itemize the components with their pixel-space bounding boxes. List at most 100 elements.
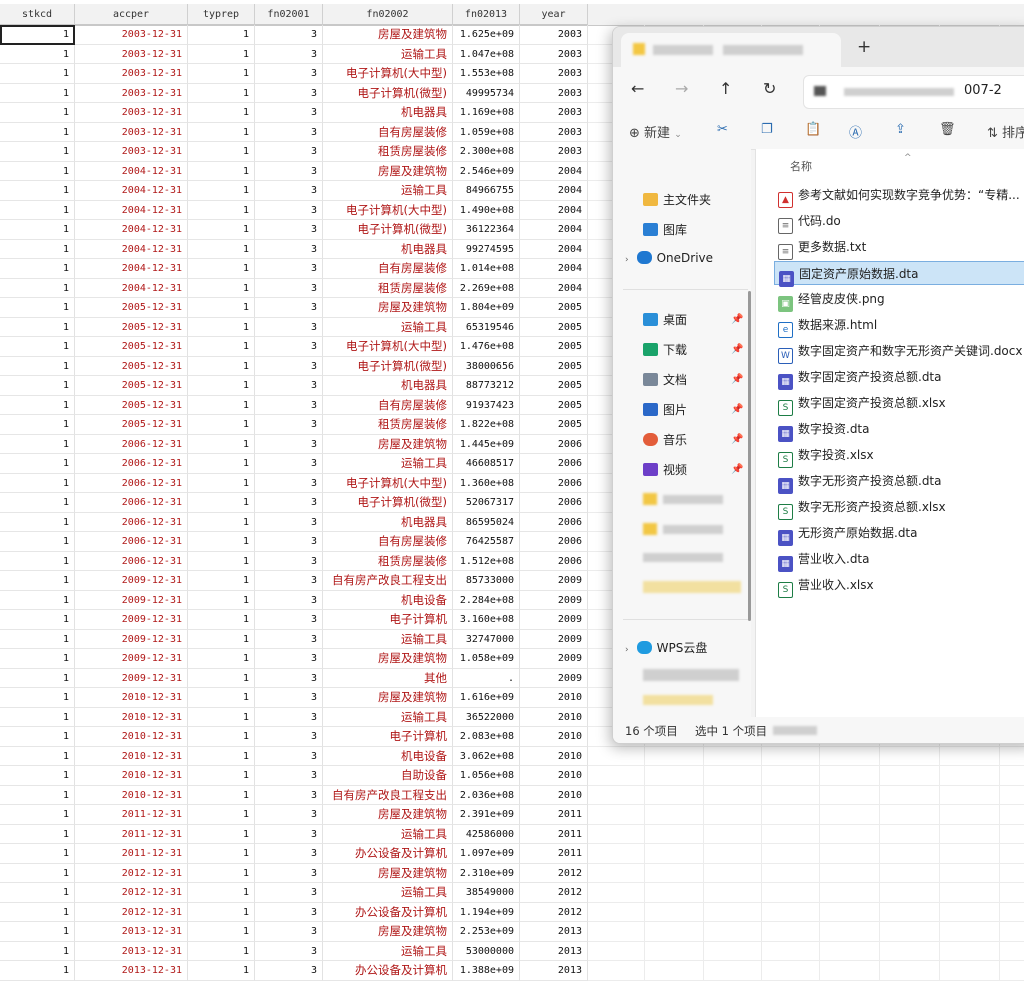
cell-year[interactable]: 2006 bbox=[520, 512, 588, 532]
cell-year[interactable]: 2006 bbox=[520, 434, 588, 454]
refresh-button[interactable]: ↻ bbox=[763, 79, 776, 98]
cell-fn02002[interactable]: 电子计算机(微型) bbox=[323, 493, 453, 513]
file-item[interactable]: ▦营业收入.dta2 bbox=[774, 547, 1024, 572]
cell-fn02001[interactable]: 3 bbox=[255, 493, 323, 513]
cell-fn02001[interactable]: 3 bbox=[255, 746, 323, 766]
file-item[interactable]: S数字投资.xlsx2 bbox=[774, 443, 1024, 468]
cell-fn02002[interactable]: 运输工具 bbox=[323, 883, 453, 903]
cell-accper[interactable]: 2004-12-31 bbox=[75, 239, 188, 259]
cell-accper[interactable]: 2010-12-31 bbox=[75, 707, 188, 727]
cell-fn02001[interactable]: 3 bbox=[255, 317, 323, 337]
cell-typrep[interactable]: 1 bbox=[188, 551, 255, 571]
cell-fn02002[interactable]: 房屋及建筑物 bbox=[323, 434, 453, 454]
cell-typrep[interactable]: 1 bbox=[188, 25, 255, 45]
cell-fn02001[interactable]: 3 bbox=[255, 434, 323, 454]
cell-year[interactable]: 2011 bbox=[520, 805, 588, 825]
cell-accper[interactable]: 2003-12-31 bbox=[75, 83, 188, 103]
nav-desktop[interactable]: 桌面 bbox=[643, 311, 687, 328]
cell-year[interactable]: 2010 bbox=[520, 727, 588, 747]
nav-documents[interactable]: 文档 bbox=[643, 371, 687, 388]
cell-fn02002[interactable]: 电子计算机(大中型) bbox=[323, 473, 453, 493]
cell-fn02001[interactable]: 3 bbox=[255, 610, 323, 630]
cell-fn02001[interactable]: 3 bbox=[255, 64, 323, 84]
cell-fn02001[interactable]: 3 bbox=[255, 532, 323, 552]
cell-stkcd[interactable]: 1 bbox=[0, 64, 75, 84]
cell-fn02002[interactable]: 电子计算机(微型) bbox=[323, 356, 453, 376]
cell-stkcd[interactable]: 1 bbox=[0, 902, 75, 922]
cell-fn02002[interactable]: 自有房产改良工程支出 bbox=[323, 785, 453, 805]
cell-typrep[interactable]: 1 bbox=[188, 902, 255, 922]
cell-stkcd[interactable]: 1 bbox=[0, 766, 75, 786]
cell-typrep[interactable]: 1 bbox=[188, 395, 255, 415]
cell-stkcd[interactable]: 1 bbox=[0, 473, 75, 493]
cell-accper[interactable]: 2013-12-31 bbox=[75, 941, 188, 961]
cell-accper[interactable]: 2005-12-31 bbox=[75, 298, 188, 318]
cell-fn02013[interactable]: 91937423 bbox=[453, 395, 520, 415]
nav-wps-cloud[interactable]: › WPS云盘 bbox=[625, 639, 707, 656]
cell-year[interactable]: 2006 bbox=[520, 473, 588, 493]
cell-typrep[interactable]: 1 bbox=[188, 590, 255, 610]
cell-stkcd[interactable]: 1 bbox=[0, 220, 75, 240]
cell-stkcd[interactable]: 1 bbox=[0, 688, 75, 708]
cell-fn02002[interactable]: 运输工具 bbox=[323, 941, 453, 961]
cell-stkcd[interactable]: 1 bbox=[0, 883, 75, 903]
cell-fn02013[interactable]: . bbox=[453, 668, 520, 688]
file-item[interactable]: S营业收入.xlsx2 bbox=[774, 573, 1024, 598]
cell-stkcd[interactable]: 1 bbox=[0, 805, 75, 825]
cell-fn02001[interactable]: 3 bbox=[255, 259, 323, 279]
cell-typrep[interactable]: 1 bbox=[188, 454, 255, 474]
cell-year[interactable]: 2005 bbox=[520, 317, 588, 337]
sidebar-scrollbar[interactable] bbox=[748, 291, 751, 621]
cell-accper[interactable]: 2009-12-31 bbox=[75, 571, 188, 591]
column-header-fn02013[interactable]: fn02013 bbox=[453, 4, 520, 25]
file-item[interactable]: ▦数字固定资产投资总额.dta2 bbox=[774, 365, 1024, 390]
cell-fn02002[interactable]: 运输工具 bbox=[323, 44, 453, 64]
cell-accper[interactable]: 2004-12-31 bbox=[75, 200, 188, 220]
nav-videos[interactable]: 视频 bbox=[643, 461, 687, 478]
cell-year[interactable]: 2012 bbox=[520, 902, 588, 922]
cell-accper[interactable]: 2003-12-31 bbox=[75, 44, 188, 64]
cell-fn02002[interactable]: 房屋及建筑物 bbox=[323, 688, 453, 708]
cell-accper[interactable]: 2006-12-31 bbox=[75, 532, 188, 552]
cell-fn02001[interactable]: 3 bbox=[255, 83, 323, 103]
cell-fn02013[interactable]: 38000656 bbox=[453, 356, 520, 376]
cell-stkcd[interactable]: 1 bbox=[0, 142, 75, 162]
cell-fn02002[interactable]: 电子计算机(微型) bbox=[323, 83, 453, 103]
cell-year[interactable]: 2013 bbox=[520, 922, 588, 942]
cell-stkcd[interactable]: 1 bbox=[0, 727, 75, 747]
cell-fn02002[interactable]: 租赁房屋装修 bbox=[323, 278, 453, 298]
nav-pictures[interactable]: 图片 bbox=[643, 401, 687, 418]
cell-year[interactable]: 2010 bbox=[520, 688, 588, 708]
cell-year[interactable]: 2003 bbox=[520, 64, 588, 84]
cell-typrep[interactable]: 1 bbox=[188, 688, 255, 708]
cell-accper[interactable]: 2010-12-31 bbox=[75, 785, 188, 805]
column-header-accper[interactable]: accper bbox=[75, 4, 188, 25]
cell-fn02001[interactable]: 3 bbox=[255, 590, 323, 610]
cell-fn02001[interactable]: 3 bbox=[255, 181, 323, 201]
cell-fn02013[interactable]: 2.284e+08 bbox=[453, 590, 520, 610]
cell-fn02002[interactable]: 房屋及建筑物 bbox=[323, 863, 453, 883]
cell-typrep[interactable]: 1 bbox=[188, 610, 255, 630]
cell-fn02013[interactable]: 53000000 bbox=[453, 941, 520, 961]
cell-typrep[interactable]: 1 bbox=[188, 239, 255, 259]
cell-fn02002[interactable]: 机电器具 bbox=[323, 376, 453, 396]
cell-year[interactable]: 2005 bbox=[520, 337, 588, 357]
cell-fn02001[interactable]: 3 bbox=[255, 44, 323, 64]
cell-stkcd[interactable]: 1 bbox=[0, 317, 75, 337]
file-item[interactable]: ▦数字无形资产投资总额.dta2 bbox=[774, 469, 1024, 494]
cell-fn02013[interactable]: 1.616e+09 bbox=[453, 688, 520, 708]
cell-fn02013[interactable]: 36122364 bbox=[453, 220, 520, 240]
cell-fn02001[interactable]: 3 bbox=[255, 239, 323, 259]
cell-fn02013[interactable]: 1.490e+08 bbox=[453, 200, 520, 220]
cell-fn02002[interactable]: 机电设备 bbox=[323, 590, 453, 610]
cell-year[interactable]: 2004 bbox=[520, 220, 588, 240]
cell-typrep[interactable]: 1 bbox=[188, 64, 255, 84]
cell-fn02001[interactable]: 3 bbox=[255, 571, 323, 591]
cell-fn02002[interactable]: 机电器具 bbox=[323, 239, 453, 259]
cell-stkcd[interactable]: 1 bbox=[0, 278, 75, 298]
cell-accper[interactable]: 2005-12-31 bbox=[75, 415, 188, 435]
cell-typrep[interactable]: 1 bbox=[188, 200, 255, 220]
cell-fn02002[interactable]: 电子计算机(微型) bbox=[323, 220, 453, 240]
cell-stkcd[interactable]: 1 bbox=[0, 707, 75, 727]
cell-fn02002[interactable]: 办公设备及计算机 bbox=[323, 961, 453, 981]
